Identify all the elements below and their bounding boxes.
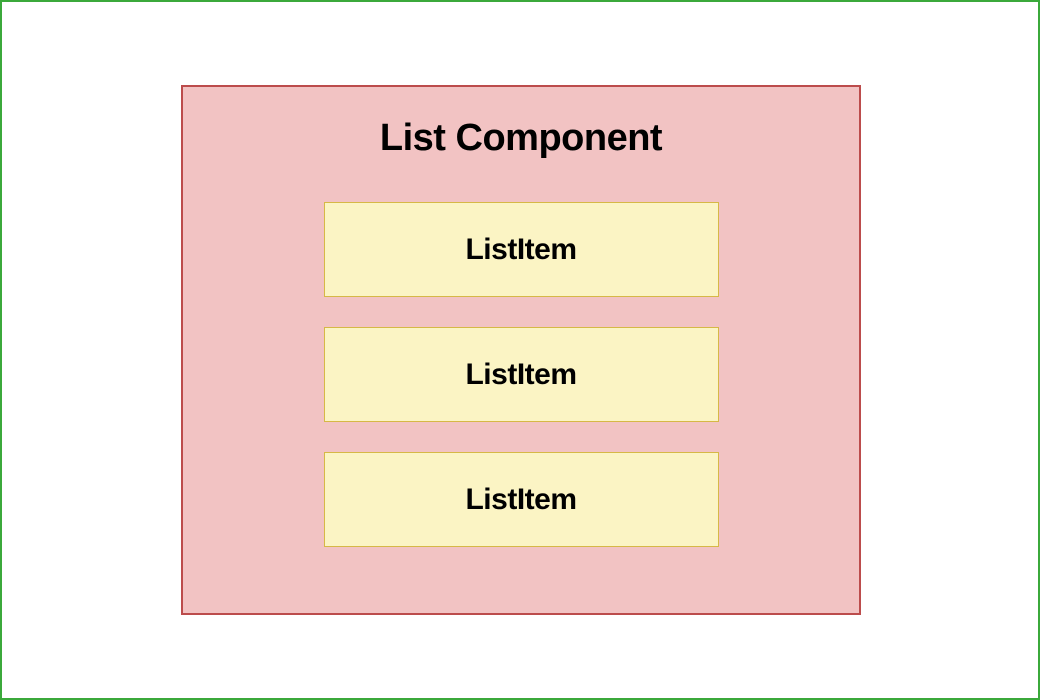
list-component-container: List Component ListItem ListItem ListIte… [181, 85, 861, 615]
list-item: ListItem [324, 327, 719, 422]
list-item: ListItem [324, 452, 719, 547]
outer-frame: List Component ListItem ListItem ListIte… [0, 0, 1040, 700]
list-item-label: ListItem [465, 483, 576, 517]
list-item-label: ListItem [465, 233, 576, 267]
list-item: ListItem [324, 202, 719, 297]
list-component-title: List Component [380, 117, 662, 160]
list-item-label: ListItem [465, 358, 576, 392]
